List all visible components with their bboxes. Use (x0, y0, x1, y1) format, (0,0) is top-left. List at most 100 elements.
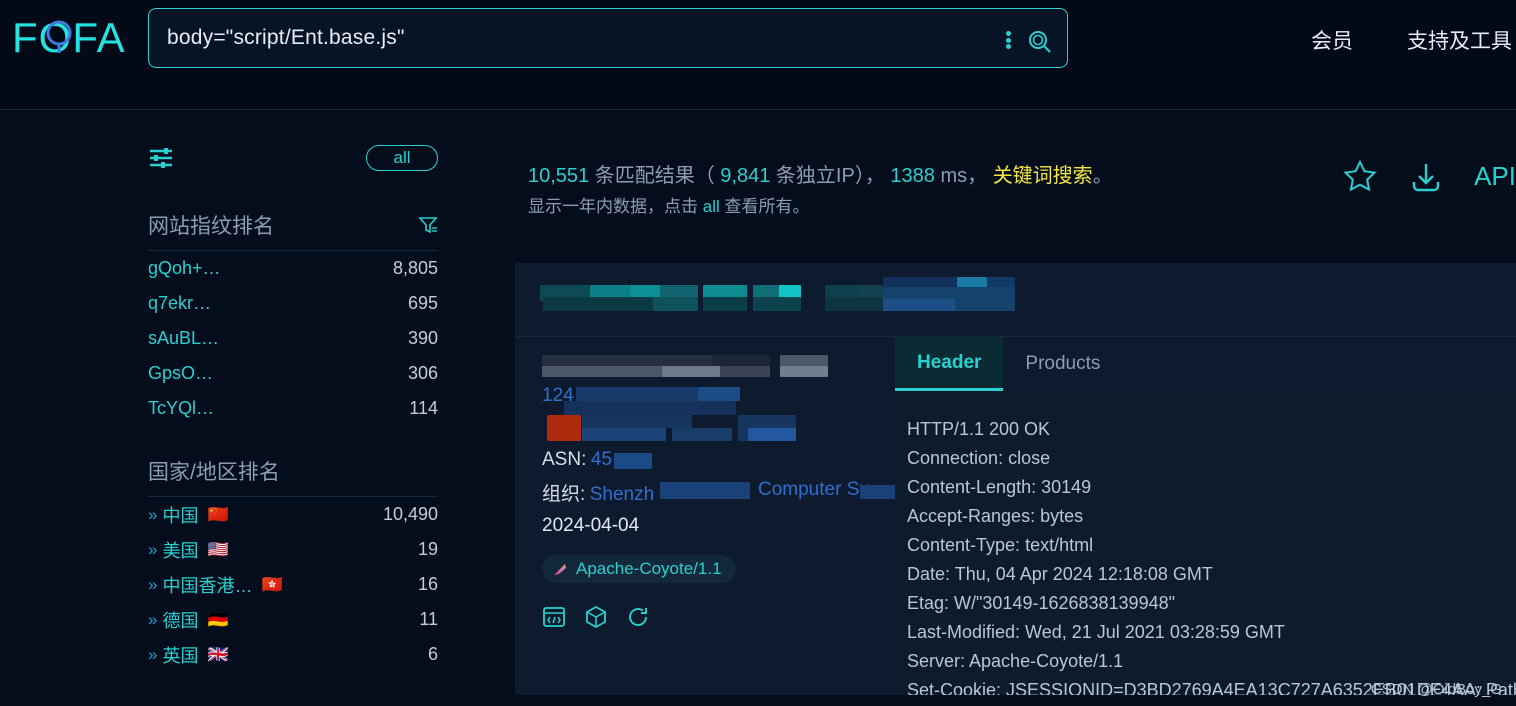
summary-period-note: 显示一年内数据，点击 all 查看所有。 (528, 192, 1358, 222)
redacted-block (748, 428, 796, 441)
http-header-line: Date: Thu, 04 Apr 2024 12:18:08 GMT (907, 564, 1213, 584)
expand-chevron-icon[interactable]: » (148, 505, 158, 525)
product-tag-apache-coyote[interactable]: Apache-Coyote/1.1 (542, 555, 736, 583)
redacted-block (698, 387, 740, 401)
fofa-logo[interactable]: FOFA (12, 14, 140, 62)
expand-chevron-icon[interactable]: » (148, 610, 158, 630)
http-header-line: Connection: close (907, 448, 1051, 468)
fingerprint-name: TcYQl… (148, 398, 215, 418)
product-tag-label: Apache-Coyote/1.1 (576, 559, 722, 578)
cube-icon[interactable] (584, 605, 608, 629)
main-nav: 会员 支持及工具 (1311, 20, 1516, 60)
nav-item-support-tools[interactable]: 支持及工具 (1407, 25, 1512, 55)
list-item[interactable]: q7ekr… 695 (148, 286, 438, 321)
flag-icon: 🇺🇸 (207, 539, 229, 559)
magnifier-logo-icon (46, 20, 72, 53)
redacted-block (542, 366, 662, 377)
list-item[interactable]: » 中国香港… 🇭🇰 16 (148, 567, 438, 602)
summary-period: 。 (1092, 165, 1113, 187)
organization-line: 组织: Shenzh Computer Sy (542, 479, 900, 509)
redacted-block (703, 297, 747, 311)
section-title-row: 网站指纹排名 (148, 210, 438, 250)
country-name: 美国 (162, 540, 199, 561)
funnel-filter-icon[interactable] (418, 215, 438, 235)
result-card-header (515, 263, 1516, 337)
tab-products[interactable]: Products (1003, 337, 1122, 391)
filter-sliders-icon[interactable] (148, 146, 174, 170)
list-item[interactable]: » 英国 🇬🇧 6 (148, 637, 438, 672)
organization-value-end[interactable]: Computer Sy (758, 479, 869, 501)
redacted-block (712, 355, 770, 366)
flag-icon: 🇭🇰 (261, 574, 283, 594)
asn-line: ASN: 45… (542, 449, 895, 479)
list-item[interactable]: » 中国 🇨🇳 10,490 (148, 497, 438, 532)
redacted-block (542, 355, 712, 366)
result-action-icons (542, 605, 895, 629)
redacted-block (672, 428, 732, 441)
country-count: 16 (417, 574, 438, 594)
period-note-suffix: 查看所有。 (719, 197, 810, 216)
country-count: 11 (419, 609, 438, 629)
expand-chevron-icon[interactable]: » (148, 575, 158, 595)
section-title-row: 国家/地区排名 (148, 456, 438, 496)
fingerprint-name: q7ekr… (148, 293, 212, 313)
all-link[interactable]: all (703, 197, 720, 216)
nav-item-membership[interactable]: 会员 (1311, 25, 1353, 55)
http-header-line: Last-Modified: Wed, 21 Jul 2021 03:28:59… (907, 622, 1285, 642)
fingerprint-list: gQoh+… 8,805 q7ekr… 695 sAuBL… 390 GpsO…… (148, 250, 438, 426)
fingerprint-count: 695 (407, 293, 438, 313)
summary-actions: API (1342, 158, 1516, 194)
sidebar-toolbar: all (148, 140, 438, 176)
refresh-icon[interactable] (626, 605, 650, 629)
search-options-icon[interactable] (1006, 31, 1011, 49)
view-source-code-icon[interactable] (542, 605, 566, 629)
summary-counts: 10,551 条匹配结果（ 9,841 条独立IP）， 1388 ms， 关键词… (528, 160, 1358, 192)
expand-chevron-icon[interactable]: » (148, 645, 158, 665)
unique-ip-count: 9,841 (720, 165, 771, 187)
redacted-block (576, 387, 698, 401)
organization-value-start[interactable]: Shenzh (590, 484, 654, 505)
country-name: 德国 (162, 610, 199, 631)
result-date: 2024-04-04 (542, 515, 640, 536)
query-time: 1388 (890, 165, 935, 187)
ip-line[interactable]: 124 (542, 385, 895, 415)
list-item[interactable]: gQoh+… 8,805 (148, 251, 438, 286)
fingerprint-count: 114 (409, 398, 438, 418)
section-title: 网站指纹排名 (148, 215, 274, 238)
result-card: 124 ASN: 45… 组织: Shenzh Computer Sy 2024… (515, 263, 1516, 695)
api-link[interactable]: API (1474, 161, 1516, 192)
list-item[interactable]: » 德国 🇩🇪 11 (148, 602, 438, 637)
redacted-title-row (542, 355, 895, 377)
sidebar: all 网站指纹排名 gQoh+… 8,805 q7ekr… 695 sAuBL… (148, 140, 438, 672)
result-detail-panel: 124 ASN: 45… 组织: Shenzh Computer Sy 2024… (515, 337, 900, 695)
country-name: 中国香港… (162, 575, 253, 596)
all-filter-button[interactable]: all (366, 145, 438, 171)
period-note-prefix: 显示一年内数据，点击 (528, 197, 703, 216)
query-time-unit: ms， (940, 165, 988, 187)
search-box[interactable]: body="script/Ent.base.js" (148, 8, 1068, 68)
download-icon[interactable] (1408, 158, 1444, 194)
list-item[interactable]: » 美国 🇺🇸 19 (148, 532, 438, 567)
tab-header[interactable]: Header (895, 337, 1004, 391)
redacted-block (753, 297, 801, 311)
favorite-star-icon[interactable] (1342, 158, 1378, 194)
unique-ip-suffix: 条独立IP）， (775, 165, 885, 187)
fofa-search-page: FOFA body="script/Ent.base.js" 会员 支持及工具 (0, 0, 1516, 706)
expand-chevron-icon[interactable]: » (148, 540, 158, 560)
result-card-body: 124 ASN: 45… 组织: Shenzh Computer Sy 2024… (515, 337, 1516, 695)
search-submit-icon[interactable] (1027, 29, 1053, 55)
redacted-block (860, 485, 900, 499)
tab-bar: Header Products (895, 337, 1516, 391)
redacted-block (543, 297, 653, 311)
search-input[interactable]: body="script/Ent.base.js" (167, 26, 405, 50)
list-item[interactable]: TcYQl… 114 (148, 391, 438, 426)
redacted-block (660, 482, 750, 499)
watermark: CSDN @OidBoy_G (1370, 681, 1502, 698)
list-item[interactable]: GpsO… 306 (148, 356, 438, 391)
results-summary: 10,551 条匹配结果（ 9,841 条独立IP）， 1388 ms， 关键词… (528, 160, 1358, 222)
http-header-line: Content-Type: text/html (907, 535, 1094, 555)
location-line (542, 415, 895, 449)
redacted-block (662, 366, 720, 377)
fingerprint-name: GpsO… (148, 363, 214, 383)
list-item[interactable]: sAuBL… 390 (148, 321, 438, 356)
